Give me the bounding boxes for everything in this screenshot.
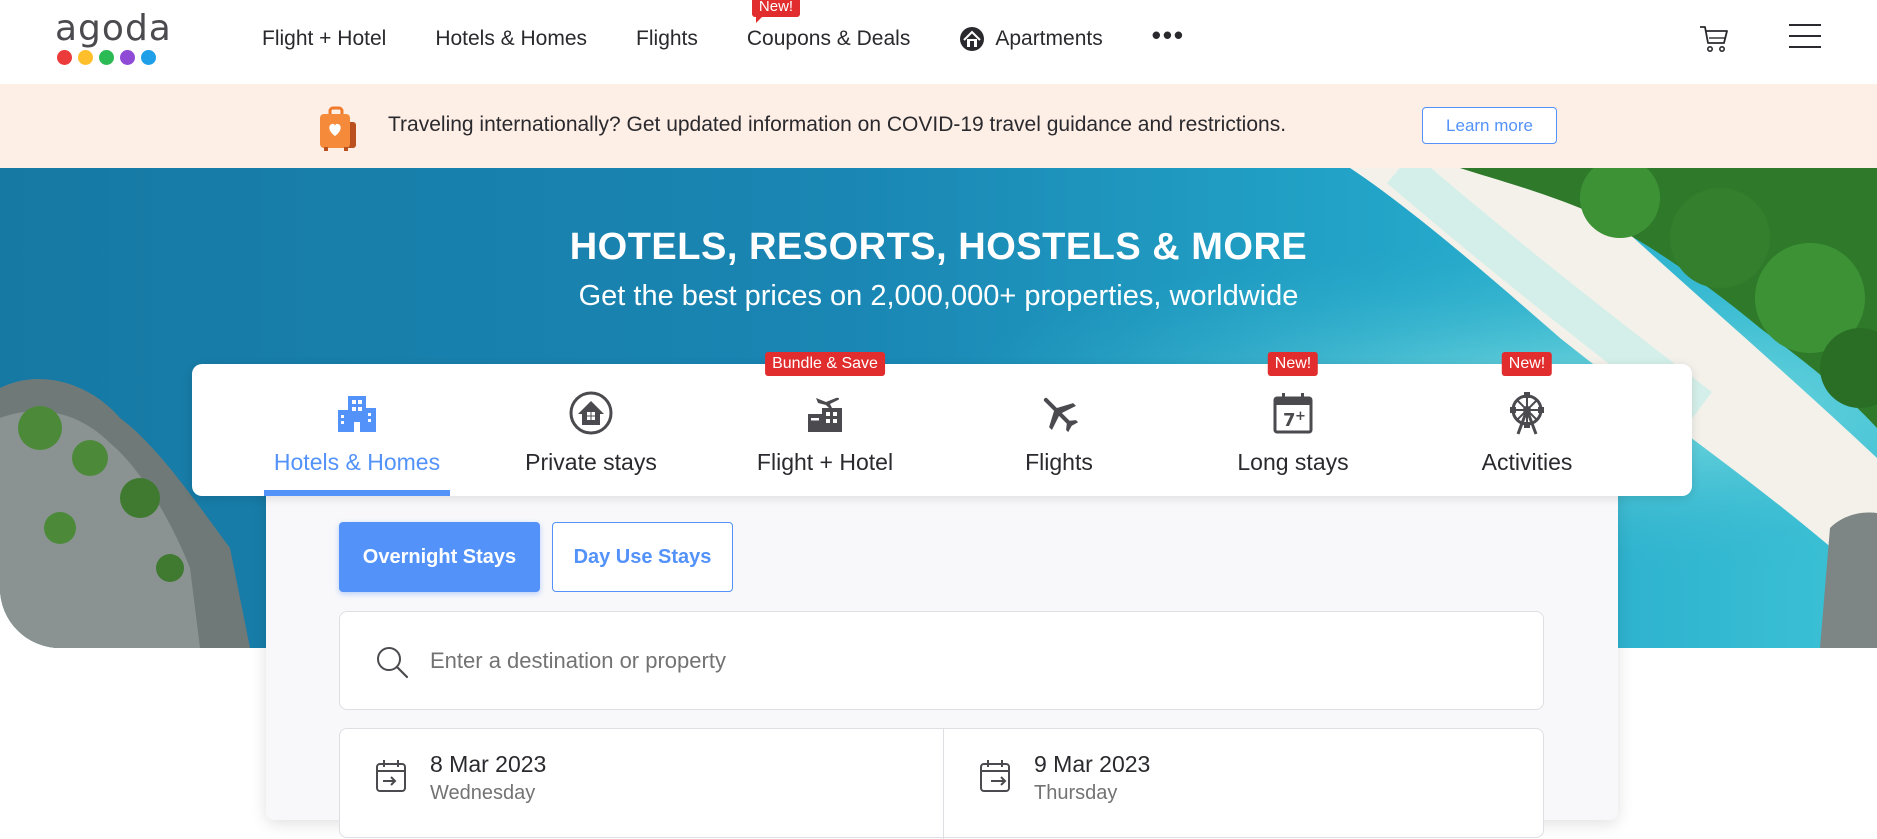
nav-item-label: Apartments (995, 27, 1103, 50)
overnight-stays-button[interactable]: Overnight Stays (339, 522, 540, 592)
hotel-building-icon (338, 396, 376, 432)
svg-text:7: 7 (1283, 410, 1296, 431)
hero-subtitle: Get the best prices on 2,000,000+ proper… (578, 280, 1299, 312)
hero-title: HOTELS, RESORTS, HOSTELS & MORE (569, 226, 1308, 268)
check-in-weekday: Wednesday (430, 782, 536, 804)
tab-label: Private stays (525, 449, 657, 475)
tab-private-stays[interactable]: Private stays (476, 364, 706, 496)
tab-label: Flights (1025, 449, 1093, 475)
nav-coupons-deals[interactable]: New! Coupons & Deals (746, 0, 911, 51)
date-picker: 8 Mar 2023 Wednesday 9 Mar 2023 Thursday (339, 728, 1544, 839)
logo-dot-blue (141, 50, 156, 65)
search-icon (377, 647, 409, 679)
logo-dot-yellow (78, 50, 93, 65)
check-in-calendar-icon (376, 760, 406, 792)
luggage-heart-icon (320, 106, 356, 151)
nav-flight-hotel[interactable]: Flight + Hotel (262, 27, 386, 51)
logo-dot-green (99, 50, 114, 65)
tab-label: Long stays (1237, 449, 1349, 475)
logo-dot-red (57, 50, 72, 65)
check-in-date[interactable]: 8 Mar 2023 Wednesday (340, 729, 944, 839)
main-nav: Flight + Hotel Hotels & Homes Flights Ne… (262, 0, 1185, 78)
more-options-button[interactable]: ••• (1152, 22, 1185, 48)
tab-activities[interactable]: New! Activities (1412, 352, 1642, 496)
nav-apartments[interactable]: Apartments (959, 26, 1103, 52)
logo-dot-purple (120, 50, 135, 65)
svg-text:+: + (1295, 409, 1306, 424)
check-out-date[interactable]: 9 Mar 2023 Thursday (944, 729, 1544, 839)
destination-input[interactable] (430, 642, 1480, 680)
learn-more-button[interactable]: Learn more (1422, 107, 1557, 144)
banner-message: Traveling internationally? Get updated i… (388, 113, 1287, 136)
cart-icon[interactable] (1698, 22, 1730, 54)
private-home-icon (569, 391, 613, 435)
nav-item-label: Flights (636, 27, 698, 50)
nav-hotels-homes[interactable]: Hotels & Homes (435, 27, 587, 51)
check-out-date-value: 9 Mar 2023 (1034, 751, 1151, 777)
tab-label: Activities (1481, 449, 1573, 475)
new-badge: New! (1267, 352, 1319, 376)
bundle-save-badge: Bundle & Save (765, 352, 885, 376)
nav-item-label: Flight + Hotel (262, 27, 387, 50)
ferris-wheel-icon (1510, 392, 1544, 435)
check-out-calendar-icon (980, 760, 1010, 792)
product-tabs: Hotels & Homes Private stays Bundle & Sa… (192, 352, 1692, 496)
new-badge: New! (751, 0, 801, 23)
check-out-weekday: Thursday (1034, 782, 1118, 804)
flight-hotel-icon (808, 397, 842, 432)
new-badge: New! (1501, 352, 1553, 376)
top-navigation: agoda Flight + Hotel Hotels & Homes Flig… (0, 0, 1877, 84)
active-tab-underline (264, 490, 450, 496)
tab-hotels-homes[interactable]: Hotels & Homes (242, 364, 472, 496)
tab-label: Flight + Hotel (756, 449, 894, 475)
day-use-stays-button[interactable]: Day Use Stays (552, 522, 733, 592)
calendar-seven-plus-icon: 7 + (1273, 393, 1313, 434)
destination-search-box[interactable] (339, 611, 1544, 710)
nav-item-label: Hotels & Homes (435, 27, 588, 50)
hamburger-menu-icon[interactable] (1789, 22, 1821, 50)
tab-flight-hotel[interactable]: Bundle & Save Flight + Hotel (710, 352, 940, 496)
tab-flights[interactable]: Flights (944, 364, 1174, 496)
airplane-icon (1043, 397, 1079, 433)
logo-dots (57, 50, 156, 65)
nav-item-label: Coupons & Deals (746, 27, 911, 50)
tab-label: Hotels & Homes (273, 449, 441, 475)
tab-long-stays[interactable]: New! 7 + Long stays (1178, 352, 1408, 496)
agoda-logo[interactable]: agoda (55, 8, 171, 70)
logo-wordmark: agoda (55, 8, 172, 49)
check-in-date-value: 8 Mar 2023 (430, 751, 547, 777)
apartment-home-icon (960, 27, 985, 51)
covid-banner: Traveling internationally? Get updated i… (0, 84, 1877, 168)
nav-flights[interactable]: Flights (636, 27, 698, 51)
